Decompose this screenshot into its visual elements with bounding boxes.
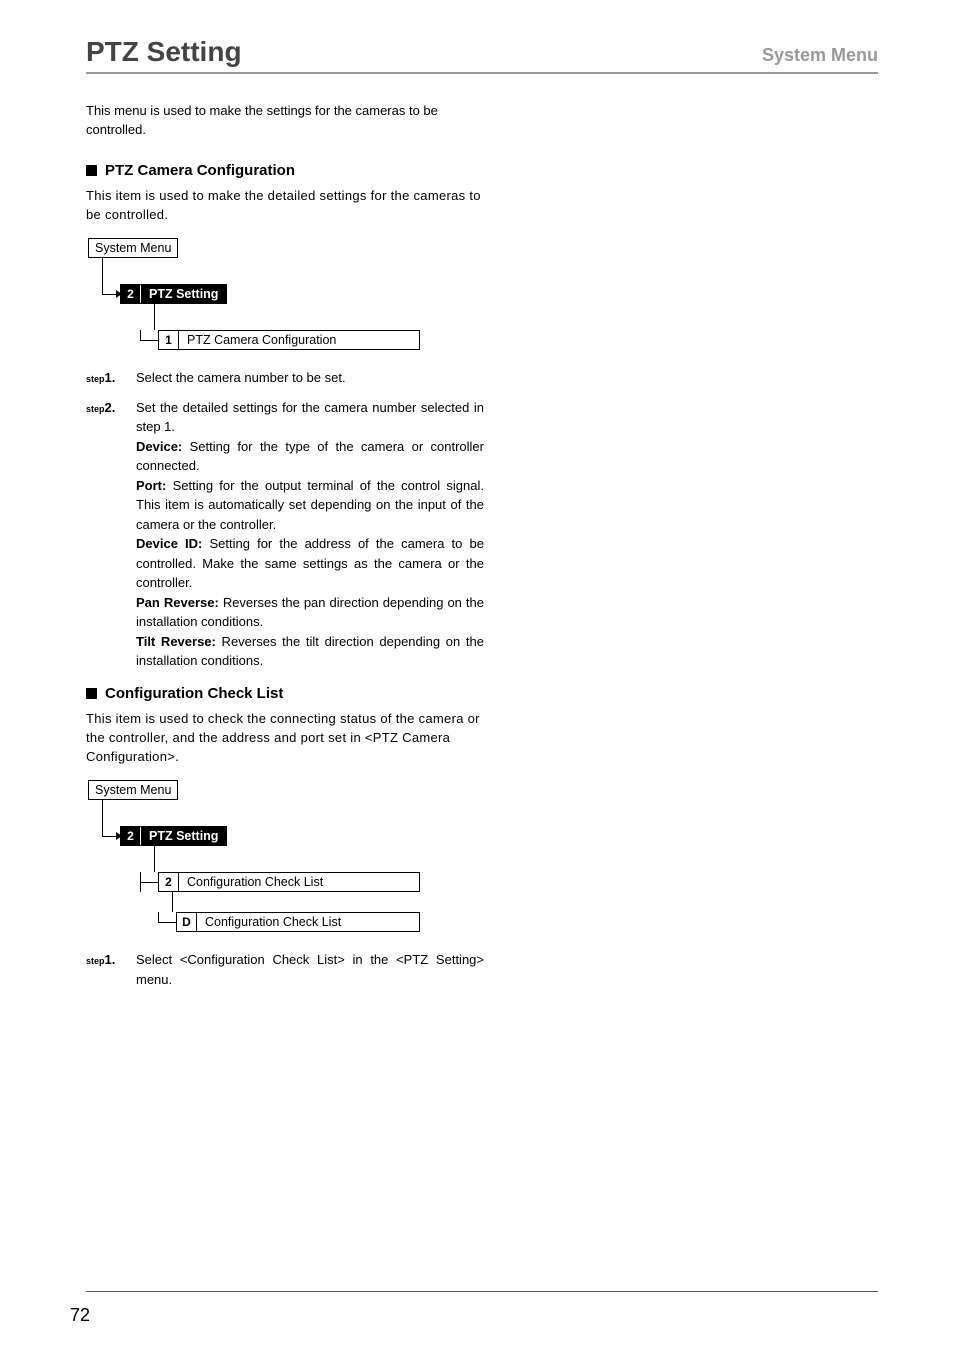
square-bullet-icon — [86, 165, 97, 176]
tree-leaf-number: 2 — [159, 873, 179, 891]
menu-tree: System Menu 2 PTZ Setting 2 Configuratio… — [88, 780, 484, 932]
def-term: Tilt Reverse: — [136, 634, 216, 649]
step-intro: Set the detailed settings for the camera… — [136, 400, 484, 435]
footer-rule — [86, 1291, 878, 1292]
step-body: Select the camera number to be set. — [136, 368, 484, 388]
arrow-right-icon — [116, 290, 122, 298]
tree-node-label: PTZ Setting — [141, 829, 226, 843]
def-term: Port: — [136, 478, 166, 493]
tree-leaf-config-check-list: 2 Configuration Check List — [158, 872, 420, 892]
def-body: Setting for the type of the camera or co… — [136, 439, 484, 474]
section-heading-text: Configuration Check List — [105, 685, 283, 702]
intro-text: This menu is used to make the settings f… — [86, 102, 484, 140]
tree-leaf-label: PTZ Camera Configuration — [179, 333, 419, 347]
section-heading: PTZ Camera Configuration — [86, 162, 484, 179]
tree-node-label: PTZ Setting — [141, 287, 226, 301]
page-title: PTZ Setting — [86, 36, 242, 68]
tree-node-ptz-setting: 2 PTZ Setting — [120, 284, 227, 304]
square-bullet-icon — [86, 688, 97, 699]
tree-elbow-icon — [102, 826, 120, 846]
step-label: step2. — [86, 398, 128, 671]
tree-elbow-icon — [140, 872, 158, 892]
tree-node-number: 2 — [121, 285, 141, 303]
page-number: 72 — [70, 1305, 90, 1326]
def-term: Device: — [136, 439, 182, 454]
tree-leaf-ptz-camera-config: 1 PTZ Camera Configuration — [158, 330, 420, 350]
tree-leaf-label: Configuration Check List — [197, 915, 419, 929]
tree-leaf-number: D — [177, 913, 197, 931]
def-term: Pan Reverse: — [136, 595, 219, 610]
tree-leaf-config-check-list-d: D Configuration Check List — [176, 912, 420, 932]
arrow-right-icon — [116, 832, 122, 840]
step-body: Select <Configuration Check List> in the… — [136, 950, 484, 989]
tree-root: System Menu — [88, 238, 178, 258]
menu-tree: System Menu 2 PTZ Setting 1 PTZ Camera C… — [88, 238, 484, 350]
page-header: PTZ Setting System Menu — [86, 36, 878, 74]
step-label: step1. — [86, 950, 128, 989]
tree-node-ptz-setting: 2 PTZ Setting — [120, 826, 227, 846]
def-term: Device ID: — [136, 536, 202, 551]
def-body: Setting for the output terminal of the c… — [136, 478, 484, 532]
step-item: step1. Select <Configuration Check List>… — [86, 950, 484, 989]
section-heading: Configuration Check List — [86, 685, 484, 702]
tree-leaf-number: 1 — [159, 331, 179, 349]
step-item: step2. Set the detailed settings for the… — [86, 398, 484, 671]
section-desc: This item is used to check the connectin… — [86, 710, 484, 767]
step-body: Set the detailed settings for the camera… — [136, 398, 484, 671]
section-desc: This item is used to make the detailed s… — [86, 187, 484, 225]
tree-elbow-icon — [158, 912, 176, 932]
step-label: step1. — [86, 368, 128, 388]
tree-node-number: 2 — [121, 827, 141, 845]
step-item: step1. Select the camera number to be se… — [86, 368, 484, 388]
page-section-label: System Menu — [762, 45, 878, 66]
section-heading-text: PTZ Camera Configuration — [105, 162, 295, 179]
tree-leaf-label: Configuration Check List — [179, 875, 419, 889]
tree-elbow-icon — [102, 284, 120, 304]
tree-elbow-icon — [140, 330, 158, 350]
tree-root: System Menu — [88, 780, 178, 800]
